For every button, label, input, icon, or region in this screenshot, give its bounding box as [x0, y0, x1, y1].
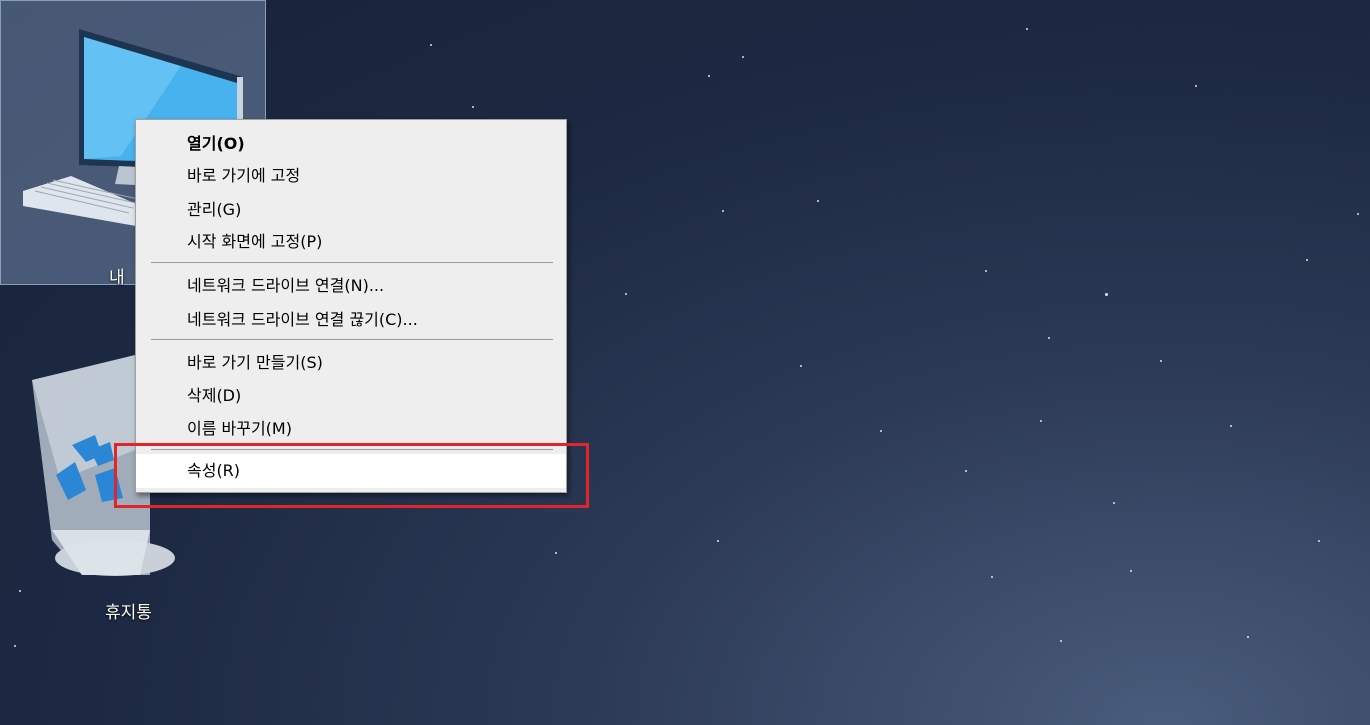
- menu-item-open[interactable]: 열기(O): [136, 129, 566, 159]
- menu-item-disconnect-network-drive[interactable]: 네트워크 드라이브 연결 끊기(C)...: [136, 305, 566, 335]
- highlight-box: [114, 443, 589, 508]
- this-pc-label: 내: [109, 268, 125, 288]
- menu-item-delete[interactable]: 삭제(D): [136, 381, 566, 411]
- menu-item-pin-start[interactable]: 시작 화면에 고정(P): [136, 227, 566, 257]
- recycle-bin-label: 휴지통: [105, 603, 152, 623]
- menu-item-pin-quick-access[interactable]: 바로 가기에 고정: [136, 161, 566, 191]
- menu-item-create-shortcut[interactable]: 바로 가기 만들기(S): [136, 348, 566, 378]
- context-menu: 열기(O) 바로 가기에 고정 관리(G) 시작 화면에 고정(P) 네트워크 …: [135, 119, 567, 493]
- menu-separator: [151, 339, 553, 340]
- menu-separator: [151, 262, 553, 263]
- menu-item-rename[interactable]: 이름 바꾸기(M): [136, 414, 566, 444]
- menu-item-manage[interactable]: 관리(G): [136, 195, 566, 225]
- menu-item-map-network-drive[interactable]: 네트워크 드라이브 연결(N)...: [136, 271, 566, 301]
